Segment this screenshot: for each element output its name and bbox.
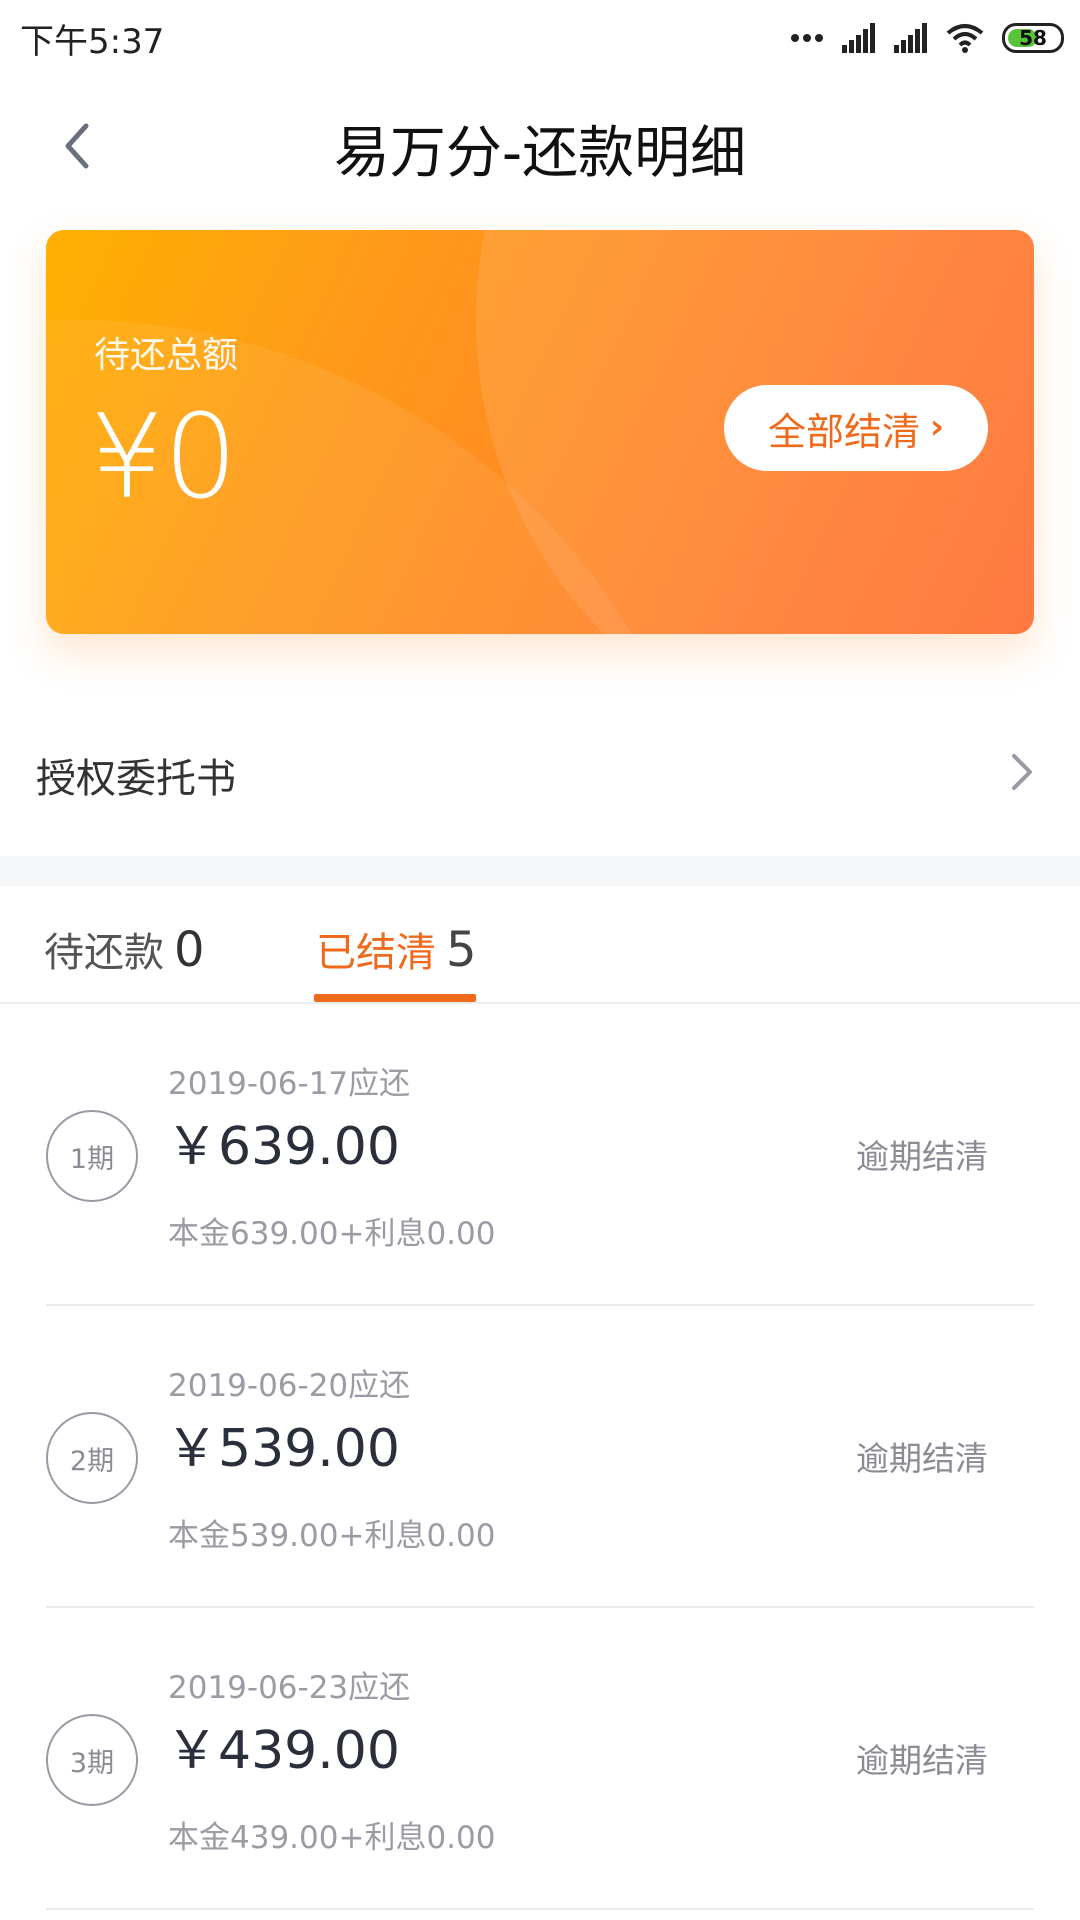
battery-level: 58 bbox=[1019, 26, 1047, 50]
repayment-tabs: 待还款 0 已结清 5 bbox=[0, 886, 1080, 1004]
settle-all-button[interactable]: 全部结清 › bbox=[724, 385, 988, 471]
settlement-status: 逾期结清 bbox=[856, 1137, 988, 1176]
list-item[interactable]: 2期 2019-06-20应还 ￥539.00 本金539.00+利息0.00 … bbox=[0, 1306, 1080, 1608]
settlement-status: 逾期结清 bbox=[856, 1741, 988, 1780]
tab-pending-count: 0 bbox=[174, 922, 205, 978]
tab-settled-count: 5 bbox=[446, 922, 477, 978]
signal-icon bbox=[842, 23, 876, 53]
active-tab-indicator bbox=[314, 994, 476, 1002]
page-title: 易万分-还款明细 bbox=[333, 121, 747, 186]
tab-pending[interactable]: 待还款 0 bbox=[44, 920, 205, 978]
more-dots-icon bbox=[790, 32, 824, 44]
installment-amount: ￥439.00 bbox=[166, 1721, 400, 1781]
chevron-right-icon: › bbox=[930, 407, 945, 447]
settle-all-label: 全部结清 bbox=[767, 409, 920, 454]
period-badge: 1期 bbox=[46, 1110, 138, 1202]
settlement-status: 逾期结清 bbox=[856, 1439, 988, 1478]
list-item[interactable]: 3期 2019-06-23应还 ￥439.00 本金439.00+利息0.00 … bbox=[0, 1608, 1080, 1910]
wifi-icon bbox=[946, 23, 984, 53]
amount-breakdown: 本金639.00+利息0.00 bbox=[168, 1216, 496, 1252]
pending-total-label: 待还总额 bbox=[94, 335, 239, 376]
installment-list: 1期 2019-06-17应还 ￥639.00 本金639.00+利息0.00 … bbox=[0, 1004, 1080, 1910]
status-bar: 下午5:37 58 bbox=[0, 0, 1080, 76]
due-date: 2019-06-20应还 bbox=[168, 1368, 411, 1404]
installment-amount: ￥639.00 bbox=[166, 1117, 400, 1177]
battery-icon: 58 bbox=[1002, 23, 1064, 53]
period-badge: 2期 bbox=[46, 1412, 138, 1504]
period-badge: 3期 bbox=[46, 1714, 138, 1806]
tab-pending-label: 待还款 bbox=[44, 930, 164, 976]
amount-breakdown: 本金439.00+利息0.00 bbox=[168, 1820, 496, 1856]
tab-settled[interactable]: 已结清 5 bbox=[316, 920, 477, 978]
authorization-row[interactable]: 授权委托书 bbox=[0, 700, 1080, 840]
status-time: 下午5:37 bbox=[20, 22, 165, 62]
due-date: 2019-06-17应还 bbox=[168, 1066, 411, 1102]
amount-breakdown: 本金539.00+利息0.00 bbox=[168, 1518, 496, 1554]
due-date: 2019-06-23应还 bbox=[168, 1670, 411, 1706]
list-divider bbox=[46, 1908, 1034, 1910]
authorization-label: 授权委托书 bbox=[36, 756, 236, 802]
section-divider bbox=[0, 856, 1080, 886]
status-icons: 58 bbox=[790, 18, 1064, 58]
installment-amount: ￥539.00 bbox=[166, 1419, 400, 1479]
summary-card: 待还总额 ¥0 全部结清 › bbox=[46, 230, 1034, 634]
tab-settled-label: 已结清 bbox=[316, 930, 436, 976]
header: 易万分-还款明细 bbox=[0, 86, 1080, 206]
pending-total-amount: ¥0 bbox=[90, 390, 238, 525]
chevron-right-icon bbox=[1004, 748, 1040, 796]
list-item[interactable]: 1期 2019-06-17应还 ￥639.00 本金639.00+利息0.00 … bbox=[0, 1004, 1080, 1306]
signal-icon bbox=[894, 23, 928, 53]
